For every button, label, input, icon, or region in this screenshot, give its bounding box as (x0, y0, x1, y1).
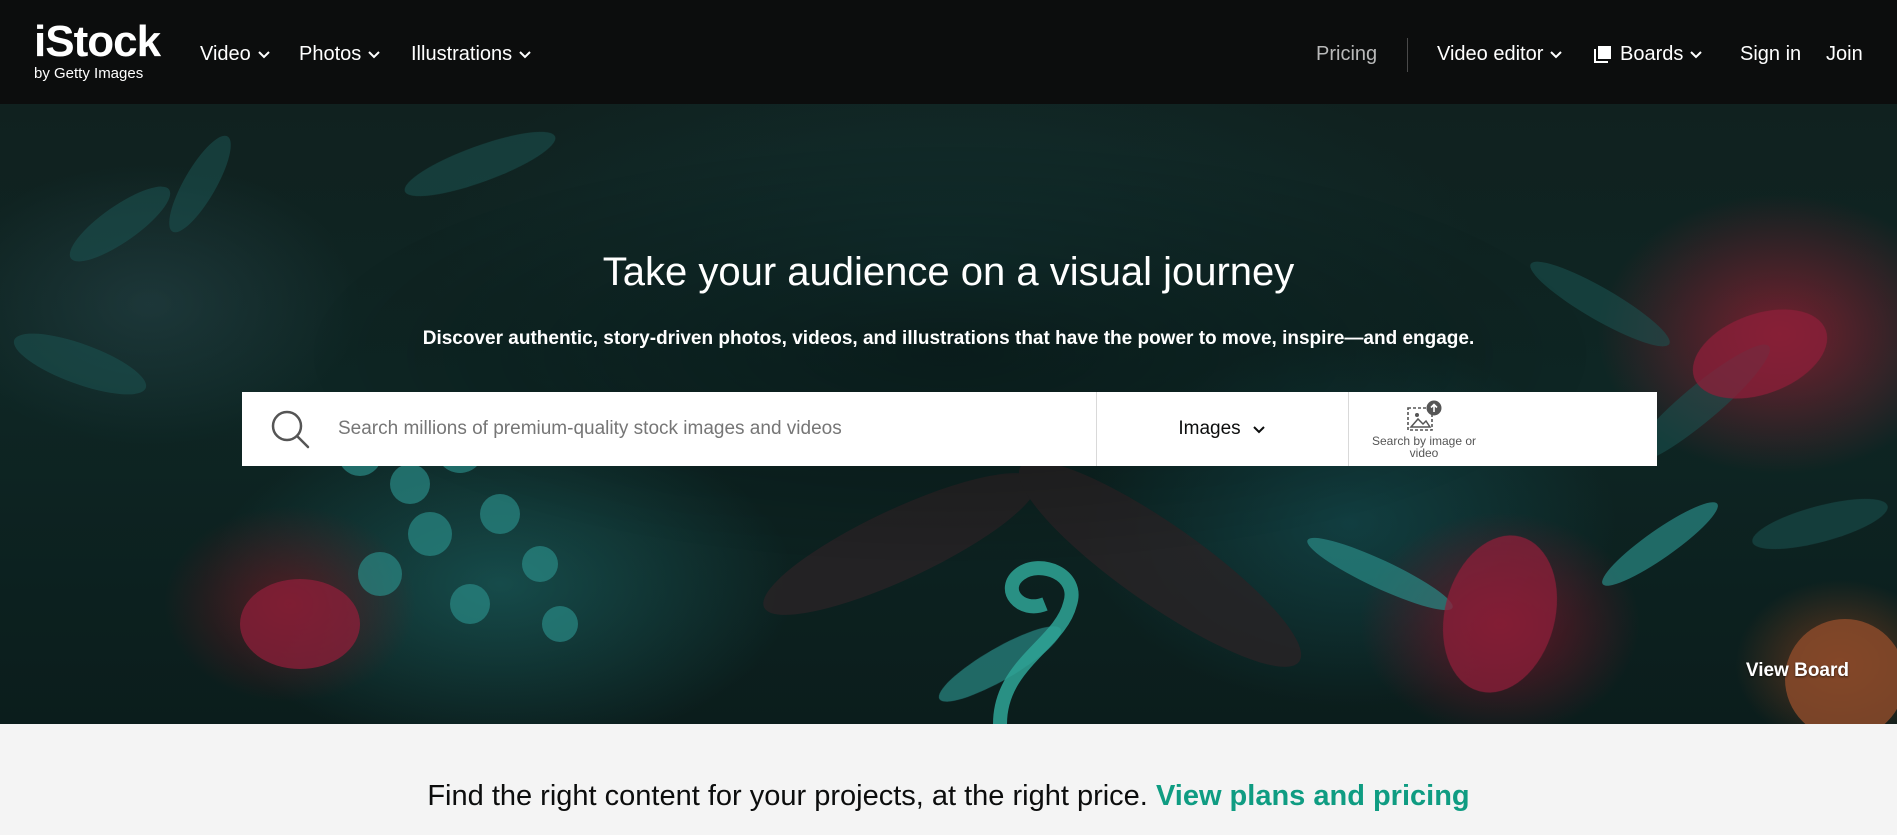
hero-banner: Take your audience on a visual journey D… (0, 104, 1897, 724)
chevron-down-icon (517, 46, 533, 62)
view-plans-link[interactable]: View plans and pricing (1156, 780, 1470, 812)
nav-boards-menu[interactable]: Boards (1594, 40, 1704, 68)
nav-boards-label: Boards (1620, 43, 1684, 65)
logo-tagline: by Getty Images (34, 65, 144, 82)
chevron-down-icon (1251, 421, 1267, 437)
nav-join-link[interactable]: Join (1826, 40, 1863, 68)
pricing-message: Find the right content for your projects… (427, 780, 1148, 812)
nav-video-editor-label: Video editor (1437, 43, 1544, 65)
image-upload-icon (1405, 400, 1443, 434)
nav-video-label: Video (200, 43, 251, 65)
nav-divider (1407, 38, 1408, 72)
nav-photos-menu[interactable]: Photos (299, 40, 382, 68)
nav-video-menu[interactable]: Video (200, 40, 272, 68)
istock-logo[interactable]: iStock by Getty Images (34, 17, 161, 82)
nav-illustrations-menu[interactable]: Illustrations (411, 40, 533, 68)
chevron-down-icon (256, 46, 272, 62)
pricing-strip: Find the right content for your projects… (0, 724, 1897, 835)
visual-search-label: Search by image or video (1371, 433, 1477, 460)
nav-pricing-link[interactable]: Pricing (1316, 40, 1377, 68)
search-input[interactable] (338, 392, 1096, 466)
nav-illustrations-label: Illustrations (411, 43, 513, 65)
view-board-link[interactable]: View Board (1746, 660, 1849, 682)
search-bar: Images Search by image or video (242, 392, 1657, 466)
nav-video-editor-menu[interactable]: Video editor (1437, 40, 1564, 68)
logo-wordmark: iStock (34, 17, 161, 66)
media-type-select[interactable]: Images (1096, 392, 1348, 466)
nav-sign-in-link[interactable]: Sign in (1740, 40, 1801, 68)
nav-photos-label: Photos (299, 43, 362, 65)
media-type-selected-label: Images (1178, 418, 1241, 439)
chevron-down-icon (1688, 46, 1704, 62)
hero-title: Take your audience on a visual journey (602, 250, 1295, 294)
visual-search-button[interactable]: Search by image or video (1348, 392, 1499, 466)
top-navigation: iStock by Getty Images Video Photos Illu… (0, 0, 1897, 104)
hero-subtitle: Discover authentic, story-driven photos,… (422, 328, 1475, 349)
chevron-down-icon (1548, 46, 1564, 62)
boards-icon (1594, 45, 1612, 63)
chevron-down-icon (366, 46, 382, 62)
pricing-line: Find the right content for your projects… (0, 778, 1897, 814)
search-icon[interactable] (242, 392, 338, 466)
